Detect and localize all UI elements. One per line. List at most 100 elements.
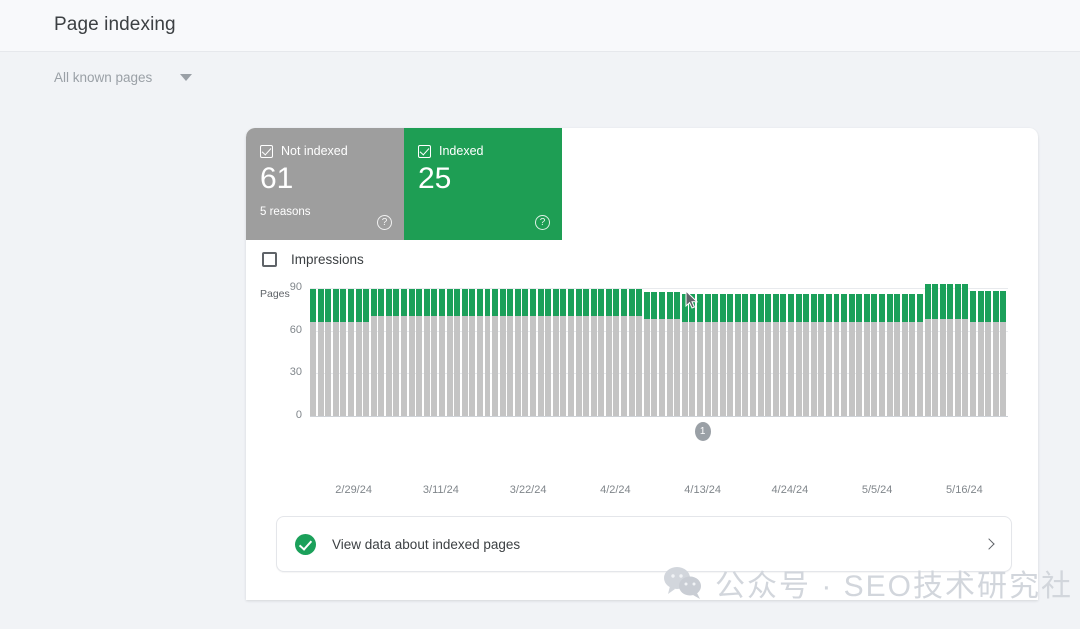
chart-annotation-marker[interactable]: 1: [694, 422, 711, 441]
impressions-toggle[interactable]: Impressions: [262, 252, 364, 267]
bar-segment-indexed: [651, 292, 658, 320]
bar-segment-indexed: [939, 283, 946, 320]
bar-segment-not-indexed: [659, 319, 665, 416]
bar-segment-not-indexed: [704, 322, 711, 416]
bar-segment-indexed: [772, 293, 779, 323]
help-icon[interactable]: ?: [535, 215, 550, 230]
bar-segment-not-indexed: [408, 316, 415, 416]
bar-segment-indexed: [901, 293, 908, 323]
bar-segment-not-indexed: [954, 319, 961, 416]
bar-segment-not-indexed: [757, 322, 764, 416]
bar-segment-not-indexed: [363, 322, 370, 416]
x-axis-tick: 4/2/24: [600, 484, 631, 496]
bar-segment-not-indexed: [947, 319, 954, 416]
bar-segment-not-indexed: [325, 322, 332, 416]
view-indexed-pages-row[interactable]: View data about indexed pages: [276, 516, 1012, 572]
bar-segment-indexed: [734, 293, 741, 323]
bar-segment-indexed: [552, 289, 559, 317]
bar-segment-indexed: [378, 289, 385, 317]
bar-segment-indexed: [385, 289, 392, 317]
x-axis-tick: 4/24/24: [771, 484, 809, 496]
bar-segment-not-indexed: [848, 322, 855, 416]
bar-segment-indexed: [492, 289, 499, 317]
x-axis-tick: 4/13/24: [684, 484, 721, 496]
bar-segment-not-indexed: [901, 322, 908, 416]
bar-segment-indexed: [985, 290, 992, 323]
x-axis-line: [310, 416, 1008, 417]
bar-segment-not-indexed: [469, 316, 476, 416]
bar-segment-not-indexed: [992, 322, 999, 416]
bar-segment-indexed: [765, 293, 772, 323]
bar-segment-not-indexed: [825, 322, 832, 416]
bar-segment-indexed: [856, 293, 863, 323]
bar-segment-not-indexed: [712, 322, 719, 416]
bar-segment-not-indexed: [932, 319, 939, 416]
bar-segment-not-indexed: [537, 316, 544, 416]
bar-segment-indexed: [977, 290, 984, 323]
bar-segment-indexed: [932, 283, 939, 320]
bar-segment-indexed: [863, 293, 870, 323]
bar-segment-not-indexed: [939, 319, 946, 416]
tile-not-indexed[interactable]: Not indexed 61 5 reasons ?: [246, 128, 404, 240]
indexing-card: Not indexed 61 5 reasons ? Indexed 25 ? …: [246, 128, 1038, 600]
bar-segment-not-indexed: [1000, 322, 1007, 416]
bar-segment-indexed: [992, 290, 999, 323]
bar-segment-not-indexed: [750, 322, 757, 416]
bar-segment-indexed: [916, 293, 923, 323]
bar-segment-indexed: [750, 293, 757, 323]
bar-segment-not-indexed: [401, 316, 408, 416]
bar-segment-not-indexed: [962, 319, 969, 416]
tile-header: Not indexed: [260, 144, 390, 158]
bar-segment-not-indexed: [552, 316, 559, 416]
checkbox-unchecked-icon[interactable]: [262, 252, 277, 267]
tile-header: Indexed: [418, 144, 548, 158]
bar-segment-indexed: [537, 289, 544, 317]
checkbox-checked-icon[interactable]: [418, 144, 431, 158]
tile-indexed[interactable]: Indexed 25 ?: [404, 128, 562, 240]
indexing-chart: Pages 0 30 60 90 2/29/24 3/11/24 3/22/24 4/2/2…: [246, 281, 1038, 496]
bar-segment-not-indexed: [492, 316, 499, 416]
bar-segment-indexed: [438, 289, 445, 317]
bar-segment-not-indexed: [545, 316, 552, 416]
bar-segment-not-indexed: [416, 316, 423, 416]
bar-segment-indexed: [590, 289, 597, 317]
bar-segment-not-indexed: [742, 322, 749, 416]
bar-segment-indexed: [674, 292, 681, 320]
bar-segment-indexed: [469, 289, 476, 317]
tile-label: Indexed: [439, 144, 484, 158]
page-root: Page indexing All known pages Not indexe…: [0, 0, 1080, 629]
bar-segment-not-indexed: [583, 316, 590, 416]
bar-segment-not-indexed: [719, 322, 726, 416]
chevron-right-icon[interactable]: [983, 538, 995, 550]
bar-segment-indexed: [621, 289, 628, 317]
bar-segment-indexed: [340, 289, 347, 323]
help-icon[interactable]: ?: [377, 215, 392, 230]
bar-segment-indexed: [598, 289, 605, 317]
bar-segment-indexed: [818, 293, 825, 323]
bar-segment-indexed: [727, 293, 734, 323]
bar-segment-not-indexed: [863, 322, 870, 416]
bar-segment-not-indexed: [499, 316, 506, 416]
checkbox-checked-icon[interactable]: [260, 144, 273, 158]
bar-segment-indexed: [886, 293, 893, 323]
chevron-down-icon[interactable]: [180, 74, 193, 81]
bar-segment-not-indexed: [833, 322, 840, 416]
bar-segment-indexed: [416, 289, 423, 317]
bar-segment-indexed: [393, 289, 400, 317]
bar-segment-indexed: [628, 289, 635, 317]
bar-segment-indexed: [894, 293, 901, 323]
bar-segment-indexed: [704, 293, 711, 323]
bar-segment-indexed: [605, 289, 612, 317]
page-filter[interactable]: All known pages: [54, 70, 193, 85]
bar-segment-not-indexed: [643, 319, 650, 416]
bar-segment-not-indexed: [530, 316, 536, 416]
bar-segment-indexed: [363, 289, 370, 323]
bar-segment-not-indexed: [681, 322, 688, 416]
bar-segment-not-indexed: [598, 316, 605, 416]
bar-segment-indexed: [583, 289, 590, 317]
tile-subtext: 5 reasons: [260, 206, 311, 218]
bar-segment-not-indexed: [393, 316, 400, 416]
bar-segment-not-indexed: [355, 322, 362, 416]
bar-segment-indexed: [545, 289, 552, 317]
bar-segment-indexed: [317, 289, 324, 323]
